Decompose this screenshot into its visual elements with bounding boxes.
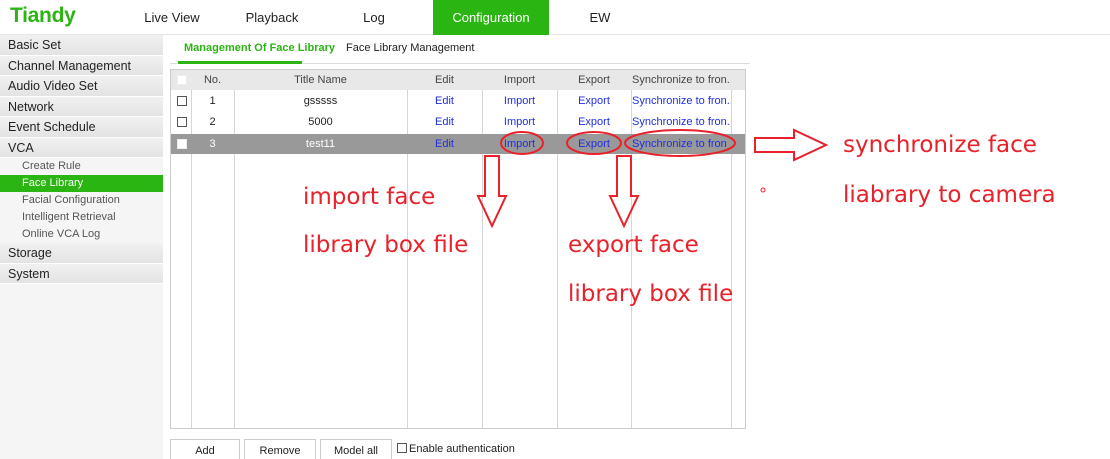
annotation-import-line1: import face — [303, 184, 436, 210]
synchronize-right-arrow — [754, 128, 829, 162]
annotation-import-line2: library box file — [303, 232, 469, 258]
synchronize-highlight-circle — [624, 129, 736, 157]
annotation-sync-line1: synchronize face — [843, 132, 1037, 158]
import-down-arrow — [476, 155, 508, 229]
annotation-dot — [760, 187, 766, 193]
export-down-arrow — [608, 155, 640, 229]
export-highlight-circle — [566, 131, 622, 155]
annotation-overlay — [476, 128, 829, 229]
annotation-sync-line2: liabrary to camera — [843, 182, 1056, 208]
import-highlight-circle — [500, 131, 544, 155]
annotation-export-line2: library box file — [568, 281, 734, 307]
annotation-export-line1: export face — [568, 232, 699, 258]
